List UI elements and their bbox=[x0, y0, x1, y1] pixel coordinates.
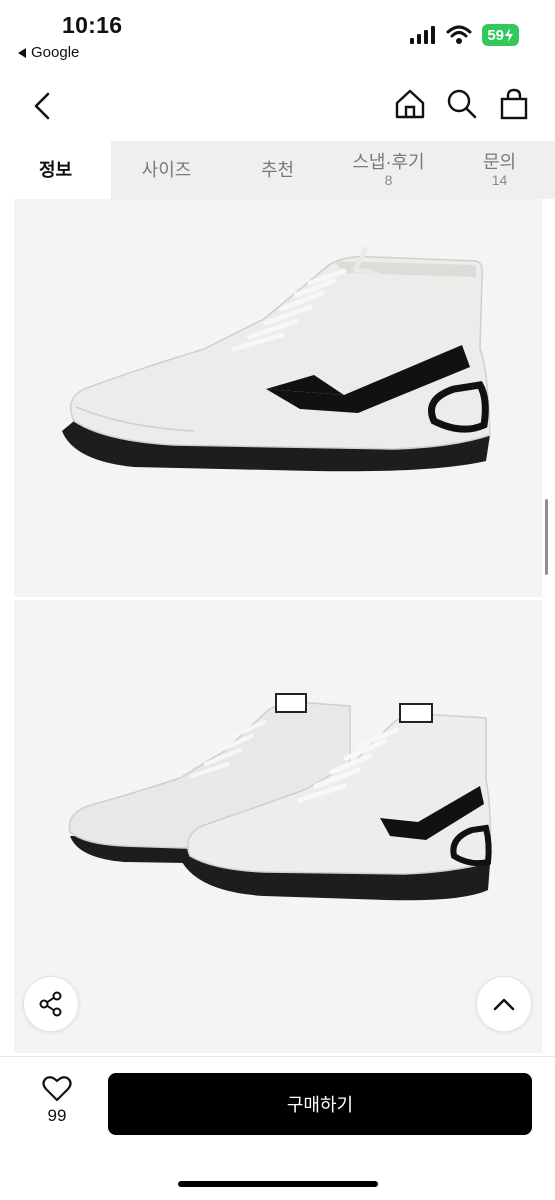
tab-snap-review[interactable]: 스냅·후기 8 bbox=[333, 141, 444, 199]
shoe-pair-illustration bbox=[68, 693, 492, 901]
back-app-label: Google bbox=[31, 44, 80, 61]
battery-icon: 59 bbox=[482, 24, 519, 46]
tab-inquiry[interactable]: 문의 14 bbox=[444, 141, 555, 199]
search-icon bbox=[447, 89, 477, 119]
heart-icon bbox=[42, 1076, 72, 1102]
tab-size[interactable]: 사이즈 bbox=[111, 141, 222, 199]
tab-info[interactable]: 정보 bbox=[0, 141, 111, 199]
product-image-pair bbox=[14, 600, 542, 1053]
buy-button[interactable]: 구매하기 bbox=[108, 1073, 532, 1135]
scroll-to-top-button[interactable] bbox=[476, 976, 532, 1032]
product-image-side bbox=[14, 199, 542, 597]
tab-inquiry-label: 문의 bbox=[482, 151, 517, 172]
status-bar: 10:16 Google 59 bbox=[0, 0, 555, 70]
back-icon bbox=[34, 92, 50, 120]
product-tabs: 정보 사이즈 추천 스냅·후기 8 문의 14 bbox=[0, 141, 555, 199]
like-count: 99 bbox=[47, 1106, 67, 1125]
back-to-app[interactable]: Google bbox=[18, 44, 79, 61]
charging-bolt-icon bbox=[505, 28, 513, 42]
cellular-signal-icon bbox=[410, 26, 436, 44]
shoe-side-illustration bbox=[62, 246, 491, 472]
tab-recommend[interactable]: 추천 bbox=[222, 141, 333, 199]
chevron-up-icon bbox=[493, 998, 515, 1011]
like-button[interactable]: 99 bbox=[30, 1075, 84, 1126]
top-navigation bbox=[0, 76, 555, 136]
home-icon bbox=[395, 89, 425, 119]
share-icon bbox=[39, 991, 62, 1017]
home-indicator bbox=[178, 1181, 378, 1187]
wifi-icon bbox=[446, 25, 472, 44]
battery-level: 59 bbox=[487, 26, 504, 44]
shopping-bag-icon bbox=[500, 88, 528, 120]
share-button[interactable] bbox=[23, 976, 79, 1032]
tab-info-label: 정보 bbox=[38, 159, 73, 180]
scroll-indicator[interactable] bbox=[545, 499, 548, 575]
cart-button[interactable] bbox=[497, 86, 531, 122]
clock: 10:16 bbox=[62, 12, 123, 38]
product-gallery bbox=[0, 199, 555, 1056]
home-button[interactable] bbox=[393, 86, 427, 122]
back-triangle-icon bbox=[18, 47, 26, 58]
search-button[interactable] bbox=[445, 86, 479, 122]
tab-inquiry-count: 14 bbox=[491, 172, 508, 189]
purchase-bar: 99 구매하기 bbox=[0, 1056, 555, 1200]
back-button[interactable] bbox=[24, 88, 60, 124]
tab-snap-review-label: 스냅·후기 bbox=[352, 151, 425, 172]
tab-recommend-label: 추천 bbox=[260, 159, 295, 180]
tab-snap-review-count: 8 bbox=[384, 172, 393, 189]
tab-size-label: 사이즈 bbox=[141, 159, 192, 180]
